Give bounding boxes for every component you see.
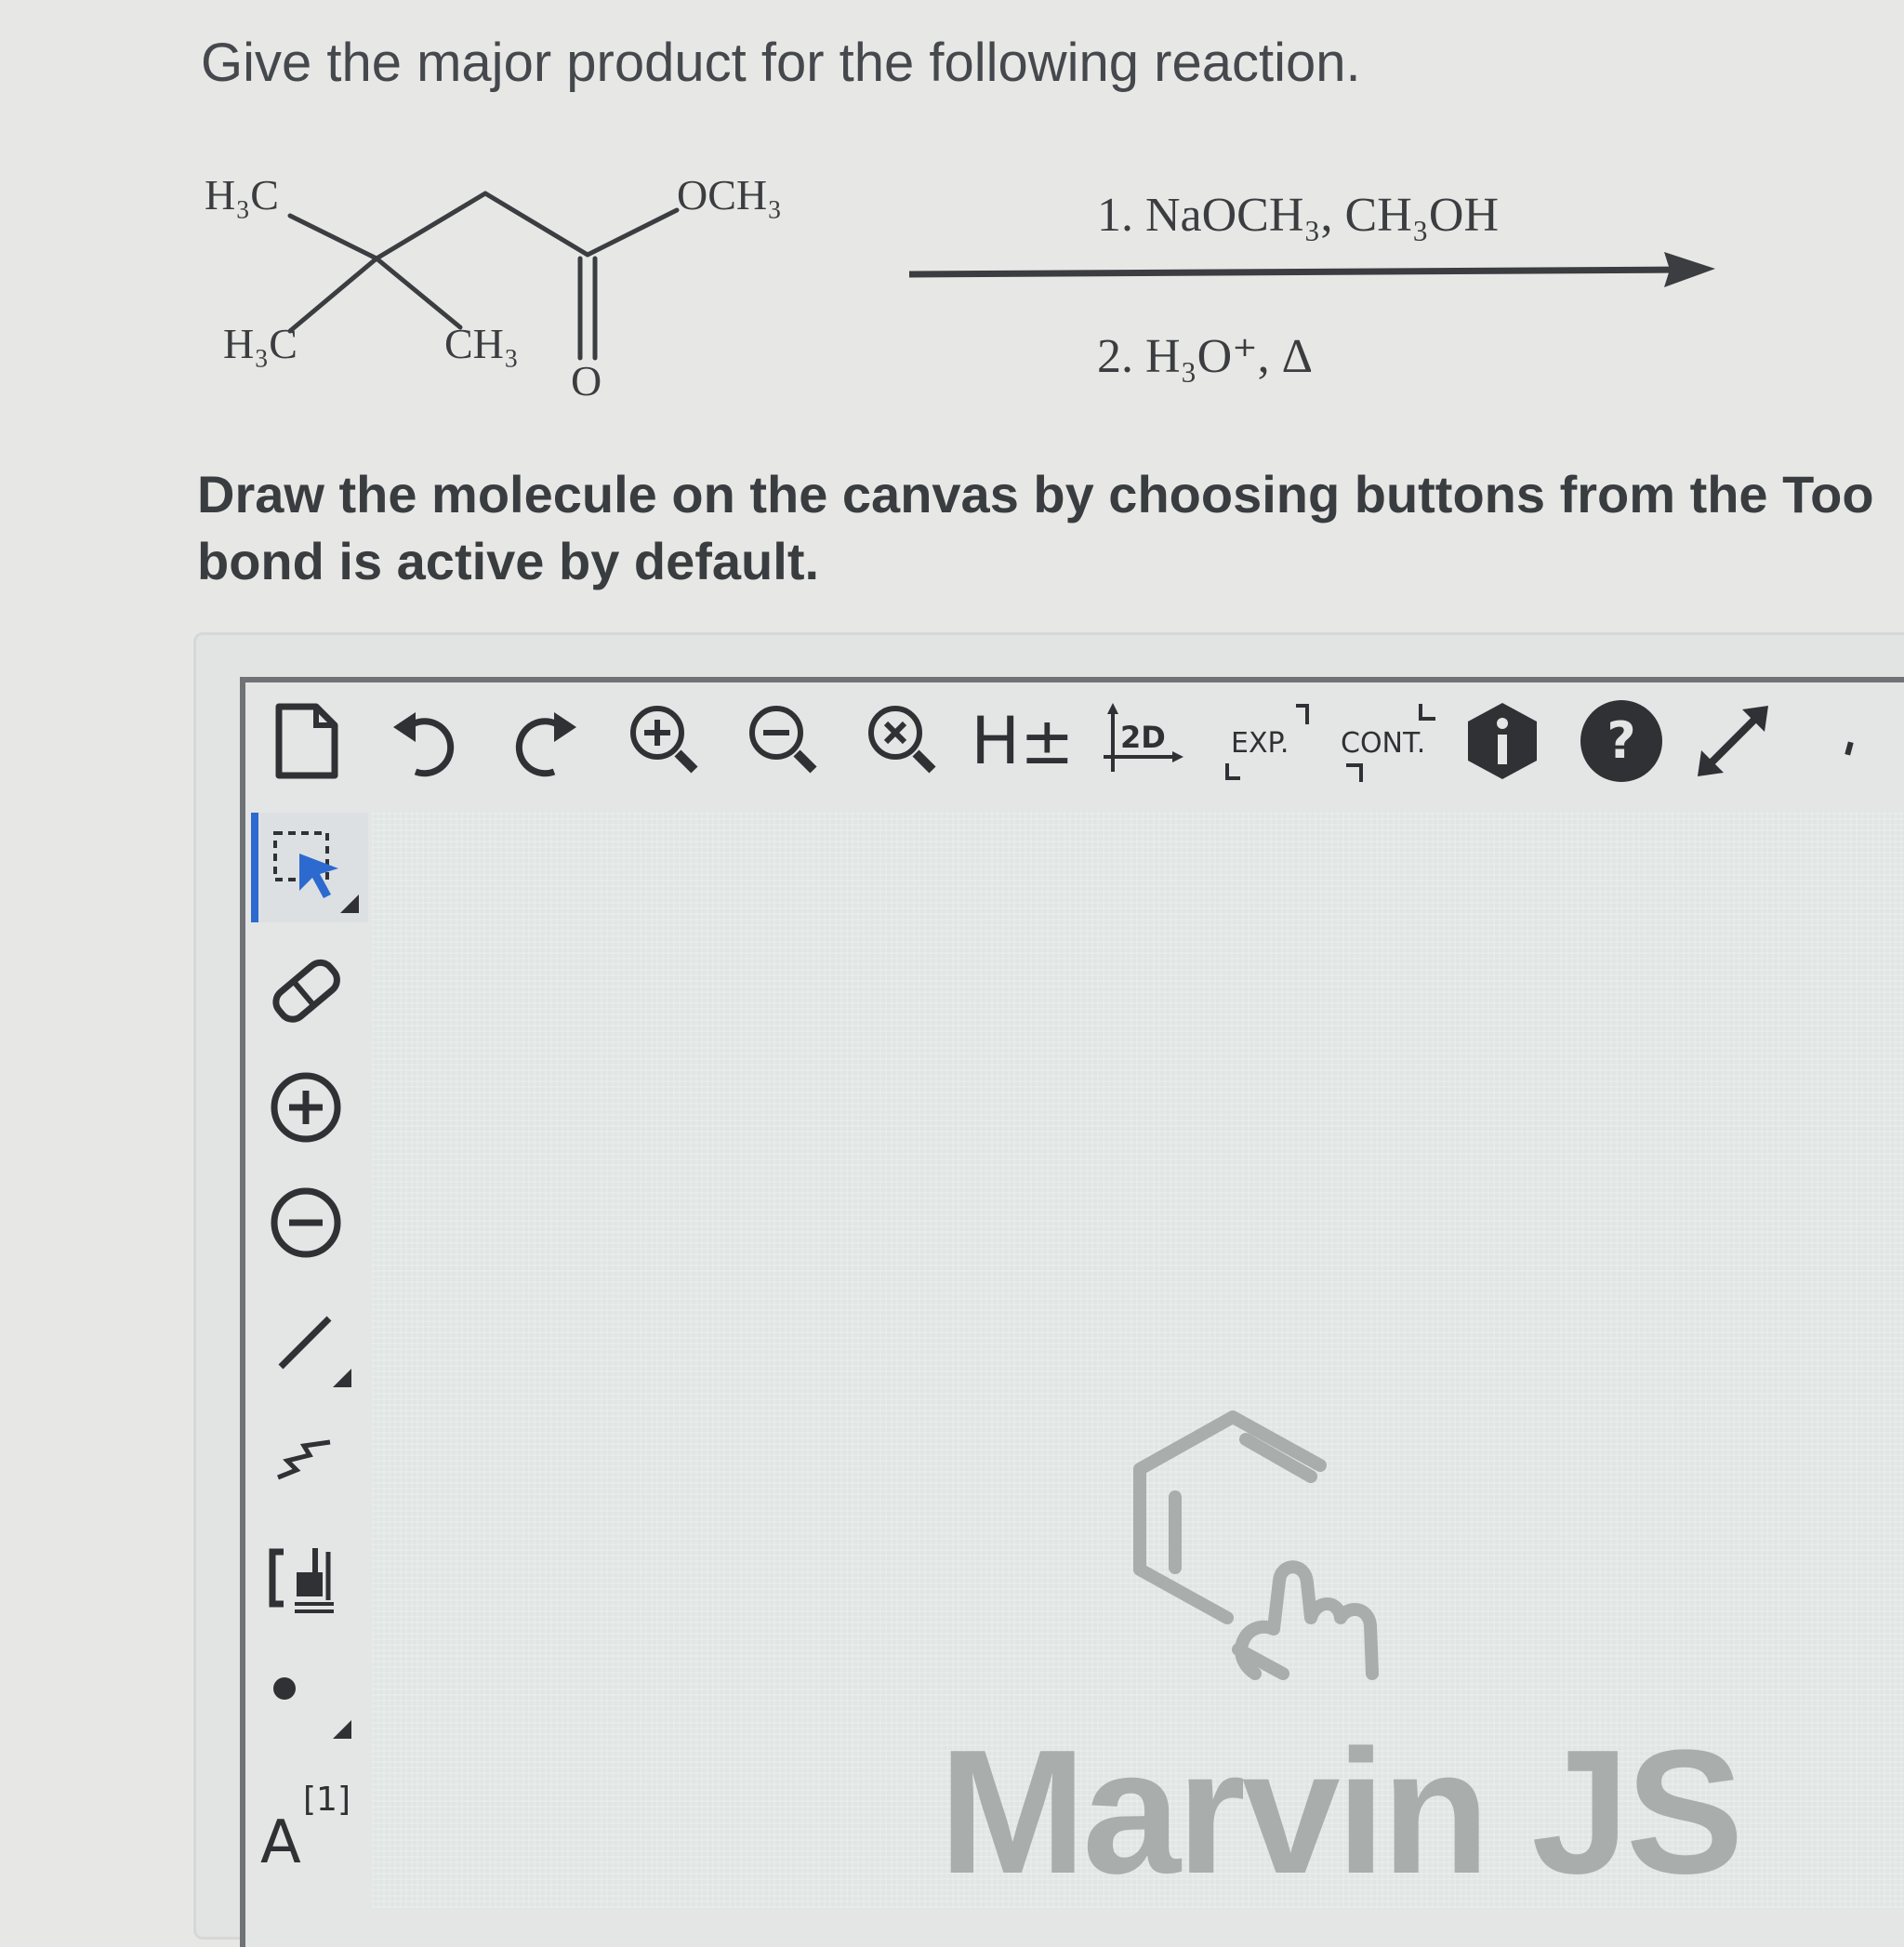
undo-button[interactable] <box>380 692 469 790</box>
help-icon: ? <box>1580 700 1662 782</box>
bond-ch2-carbonyl <box>483 191 590 258</box>
expand-group-label: EXP. <box>1231 727 1289 760</box>
selection-tool-icon <box>273 831 359 913</box>
reaction-scheme: H₃C H₃C CH₃ OCH₃ O 1. NaOCH₃, CH₃OH 2. H… <box>0 0 1904 428</box>
marvin-logo-icon <box>1133 1411 1379 1680</box>
reagent-step-1: 1. NaOCH₃, CH₃OH <box>1097 189 1499 242</box>
marvin-watermark: Marvin JS <box>939 1714 1744 1911</box>
svg-text:?: ? <box>1606 711 1635 770</box>
positive-charge-icon <box>271 1072 341 1143</box>
label-h3c-bottom: H₃C <box>223 320 298 367</box>
atom-map-label: A <box>260 1808 301 1874</box>
single-bond-button[interactable] <box>251 1287 361 1397</box>
label-och3: OCH₃ <box>677 171 782 219</box>
expand-group-button[interactable]: EXP. <box>1216 692 1328 790</box>
hydrogen-toggle-icon: H± <box>971 703 1075 779</box>
help-button[interactable]: ? <box>1577 692 1666 790</box>
contract-group-button[interactable]: CONT. <box>1335 692 1447 790</box>
zoom-in-icon <box>630 706 698 774</box>
atom-map-sup: [1] <box>303 1781 350 1819</box>
new-document-button[interactable] <box>262 692 351 790</box>
bond-quat-ch3 <box>374 256 463 330</box>
label-carbonyl-o: O <box>571 357 602 404</box>
zoom-out-button[interactable] <box>740 692 829 790</box>
label-ch3: CH₃ <box>444 320 519 367</box>
eraser-icon <box>272 959 340 1023</box>
reaction-arrow-shaft <box>908 266 1686 278</box>
new-document-icon <box>275 703 338 779</box>
hydrogen-toggle-button[interactable]: H± <box>971 692 1074 790</box>
zoom-fit-icon <box>868 706 936 774</box>
zoom-in-button[interactable] <box>621 692 710 790</box>
positive-charge-button[interactable] <box>251 1053 361 1162</box>
radical-dot-button[interactable] <box>251 1638 361 1748</box>
chain-icon <box>277 1439 331 1480</box>
negative-charge-icon <box>271 1187 341 1258</box>
bond-carbonyl-och3 <box>585 207 680 258</box>
zoom-out-icon <box>749 706 817 774</box>
info-button[interactable] <box>1458 692 1547 790</box>
left-toolbar: A [1] <box>245 801 368 1908</box>
instructions-line-1: Draw the molecule on the canvas by choos… <box>197 465 1874 523</box>
atom-map-icon: A [1] <box>260 1781 350 1874</box>
bracket-icon <box>269 1548 334 1613</box>
selection-tool-button[interactable] <box>251 813 368 922</box>
top-toolbar: H± 2D EXP. CONT. ? <box>245 682 1904 801</box>
redo-icon <box>515 712 576 777</box>
bond-quat-ch2 <box>374 191 488 261</box>
zoom-fit-button[interactable] <box>859 692 948 790</box>
reagent-step-2: 2. H₃O⁺, Δ <box>1097 330 1313 383</box>
reaction-arrow-head <box>1664 252 1715 287</box>
chain-tool-button[interactable] <box>251 1404 361 1514</box>
expand-group-icon: EXP. <box>1225 704 1309 780</box>
negative-charge-button[interactable] <box>251 1168 361 1278</box>
contract-group-icon: CONT. <box>1341 704 1435 782</box>
fullscreen-button[interactable] <box>1688 692 1778 790</box>
clean-2d-button[interactable]: 2D <box>1097 692 1186 790</box>
reactant-structure: H₃C H₃C CH₃ OCH₃ O 1. NaOCH₃, CH₃OH 2. H… <box>205 171 1715 404</box>
contract-group-label: CONT. <box>1341 727 1425 760</box>
redo-button[interactable] <box>500 692 589 790</box>
single-bond-icon <box>278 1316 351 1387</box>
clean-2d-icon: 2D <box>1104 703 1183 772</box>
clean-2d-label: 2D <box>1120 720 1166 755</box>
instructions-line-2: bond is active by default. <box>197 532 820 590</box>
label-h3c-top: H₃C <box>205 171 279 219</box>
undo-icon <box>393 712 455 777</box>
atom-map-button[interactable]: A [1] <box>251 1763 361 1874</box>
bond-h3c-bottom-quat <box>287 256 379 334</box>
info-icon <box>1468 703 1537 779</box>
fullscreen-icon <box>1698 706 1768 776</box>
instructions: Draw the molecule on the canvas by choos… <box>197 461 1904 595</box>
bond-h3c-top-quat <box>287 213 379 261</box>
eraser-button[interactable] <box>251 935 361 1045</box>
radical-dot-icon <box>273 1677 351 1739</box>
bracket-tool-button[interactable] <box>251 1521 361 1631</box>
